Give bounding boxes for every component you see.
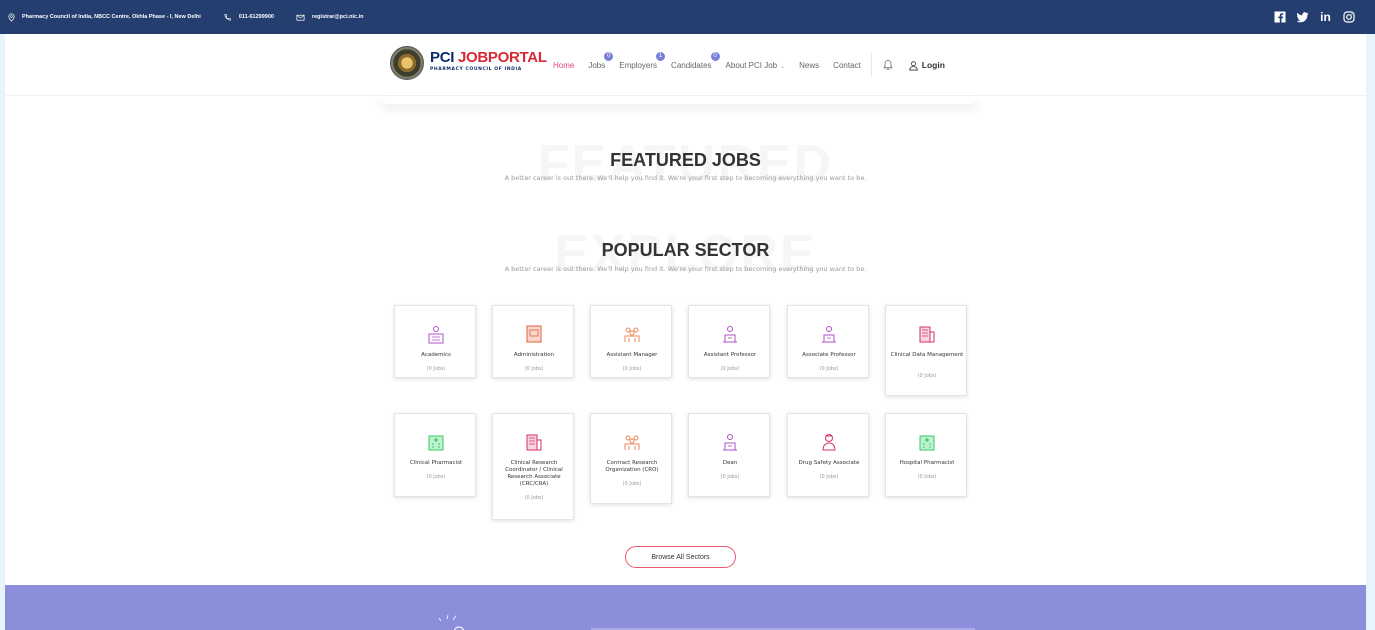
popular-sector-section: EXPLORE POPULAR SECTOR A better career i… bbox=[5, 224, 1366, 284]
hospital-icon bbox=[428, 435, 444, 451]
doctor-icon bbox=[822, 434, 836, 451]
nav-employers[interactable]: Employers 1 bbox=[619, 50, 667, 70]
nav-jobs[interactable]: Jobs 0 bbox=[588, 50, 615, 70]
address-text: Pharmacy Council of India, NBCC Centre, … bbox=[22, 14, 201, 20]
sector-name: Clinical Pharmacist bbox=[409, 460, 463, 466]
sector-name: Assistant Professor bbox=[703, 352, 757, 358]
sector-job-count: (0 Jobs) bbox=[426, 474, 446, 480]
site-logo[interactable]: PCI JOBPORTAL PHARMACY COUNCIL OF INDIA bbox=[390, 42, 547, 92]
featured-title: FEATURED JOBS bbox=[610, 150, 761, 170]
sector-card[interactable]: Clinical Data Management (0 Jobs) bbox=[885, 305, 967, 396]
nav-candidates[interactable]: Candidates 0 bbox=[671, 50, 721, 70]
bell-icon[interactable] bbox=[882, 59, 894, 71]
facebook-icon[interactable] bbox=[1273, 11, 1286, 24]
sector-name: Clinical Research Coordinator / Clinical… bbox=[505, 460, 563, 487]
sector-job-count: (0 Jobs) bbox=[917, 373, 937, 379]
sector-name: Dean bbox=[722, 460, 738, 466]
twitter-icon[interactable] bbox=[1296, 11, 1309, 24]
user-icon bbox=[908, 60, 918, 70]
popular-title: POPULAR SECTOR bbox=[601, 240, 770, 260]
sector-card[interactable]: Assistant Manager (0 Jobs) bbox=[590, 305, 672, 378]
sector-name: Contract Research Organization (CRO) bbox=[605, 460, 659, 473]
building-icon bbox=[526, 434, 542, 451]
phone-text[interactable]: 011-61299900 bbox=[239, 14, 274, 20]
instagram-icon[interactable] bbox=[1342, 11, 1355, 24]
sector-card[interactable]: Hospital Pharmacist (0 Jobs) bbox=[885, 413, 967, 497]
sector-name: Academics bbox=[421, 352, 451, 358]
sector-card[interactable]: Dean (0 Jobs) bbox=[688, 413, 770, 497]
login-button[interactable]: Login bbox=[908, 60, 945, 71]
logo-text: PCI JOBPORTAL bbox=[430, 49, 547, 66]
nav-about-label: About PCI Job bbox=[725, 60, 778, 70]
sector-card[interactable]: Clinical Research Coordinator / Clinical… bbox=[492, 413, 574, 520]
sector-job-count: (0 Jobs) bbox=[819, 474, 839, 480]
social-links: in bbox=[1273, 0, 1355, 34]
location-icon bbox=[6, 12, 16, 22]
phone-icon bbox=[223, 12, 233, 22]
email-text[interactable]: registrar@pci.nic.in bbox=[312, 14, 364, 20]
mail-icon bbox=[296, 12, 306, 22]
building-icon bbox=[919, 326, 935, 343]
hospital-icon bbox=[919, 435, 935, 451]
sector-job-count: (0 Jobs) bbox=[622, 366, 642, 372]
chevron-down-icon: ⌄ bbox=[780, 63, 786, 70]
site-header: PCI JOBPORTAL PHARMACY COUNCIL OF INDIA … bbox=[5, 34, 1366, 96]
sector-job-count: (0 Jobs) bbox=[720, 366, 740, 372]
bottom-banner bbox=[5, 585, 1366, 630]
lightbulb-icon bbox=[438, 614, 465, 630]
sector-card[interactable]: Assistant Professor (0 Jobs) bbox=[688, 305, 770, 378]
sector-card[interactable]: Academics (0 Jobs) bbox=[394, 305, 476, 378]
nav-home[interactable]: Home bbox=[553, 61, 574, 70]
sector-job-count: (0 Jobs) bbox=[917, 474, 937, 480]
sector-job-count: (0 Jobs) bbox=[720, 474, 740, 480]
jobs-count-badge: 0 bbox=[603, 50, 615, 62]
nav-employers-label: Employers bbox=[619, 60, 658, 70]
candidates-count-badge: 0 bbox=[709, 50, 721, 62]
featured-subtitle: A better career is out there. We'll help… bbox=[504, 174, 867, 182]
linkedin-icon[interactable]: in bbox=[1319, 10, 1332, 24]
nav-about[interactable]: About PCI Job ⌄ bbox=[726, 61, 786, 70]
sector-job-count: (0 Jobs) bbox=[524, 366, 544, 372]
featured-jobs-section: FEATURED FEATURED JOBS A better career i… bbox=[5, 134, 1366, 194]
sector-name: Associate Professor bbox=[802, 352, 856, 358]
employers-count-badge: 1 bbox=[655, 50, 667, 62]
council-seal-icon bbox=[390, 46, 424, 80]
popular-subtitle: A better career is out there. We'll help… bbox=[504, 265, 867, 273]
nav-contact[interactable]: Contact bbox=[833, 61, 861, 70]
sector-job-count: (0 Jobs) bbox=[426, 366, 446, 372]
professor-icon bbox=[723, 326, 737, 343]
sector-card[interactable]: Administration (0 Jobs) bbox=[492, 305, 574, 378]
nav-news[interactable]: News bbox=[799, 61, 819, 70]
sector-card[interactable]: Clinical Pharmacist (0 Jobs) bbox=[394, 413, 476, 497]
team-icon bbox=[624, 435, 640, 450]
main-nav: Home Jobs 0 Employers 1 Candidates 0 Abo… bbox=[553, 34, 945, 96]
nav-divider bbox=[870, 53, 872, 77]
sector-card[interactable]: Drug Safety Associate (0 Jobs) bbox=[787, 413, 869, 497]
nav-jobs-label: Jobs bbox=[588, 60, 606, 70]
logo-subtitle: PHARMACY COUNCIL OF INDIA bbox=[430, 67, 522, 72]
browse-all-sectors-button[interactable]: Browse All Sectors bbox=[625, 546, 736, 568]
sector-name: Administration bbox=[513, 352, 555, 358]
sector-job-count: (0 Jobs) bbox=[819, 366, 839, 372]
sector-job-count: (0 Jobs) bbox=[524, 495, 544, 501]
nav-candidates-label: Candidates bbox=[671, 60, 712, 70]
contact-info: Pharmacy Council of India, NBCC Centre, … bbox=[6, 0, 364, 34]
page-body: PCI JOBPORTAL PHARMACY COUNCIL OF INDIA … bbox=[5, 34, 1366, 630]
sector-card[interactable]: Contract Research Organization (CRO) (0 J… bbox=[590, 413, 672, 504]
login-label: Login bbox=[921, 60, 945, 70]
sector-name: Drug Safety Associate bbox=[798, 460, 860, 466]
professor-icon bbox=[822, 326, 836, 343]
top-info-bar: Pharmacy Council of India, NBCC Centre, … bbox=[0, 0, 1375, 34]
header-shadow bbox=[380, 94, 978, 104]
administration-icon bbox=[526, 325, 542, 343]
sector-card[interactable]: Associate Professor (0 Jobs) bbox=[787, 305, 869, 378]
sector-name: Assistant Manager bbox=[606, 352, 658, 358]
academics-icon bbox=[428, 326, 444, 344]
sector-job-count: (0 Jobs) bbox=[622, 481, 642, 487]
sector-name: Clinical Data Management bbox=[890, 352, 964, 358]
professor-icon bbox=[723, 434, 737, 451]
team-icon bbox=[624, 327, 640, 342]
sector-name: Hospital Pharmacist bbox=[899, 460, 955, 466]
